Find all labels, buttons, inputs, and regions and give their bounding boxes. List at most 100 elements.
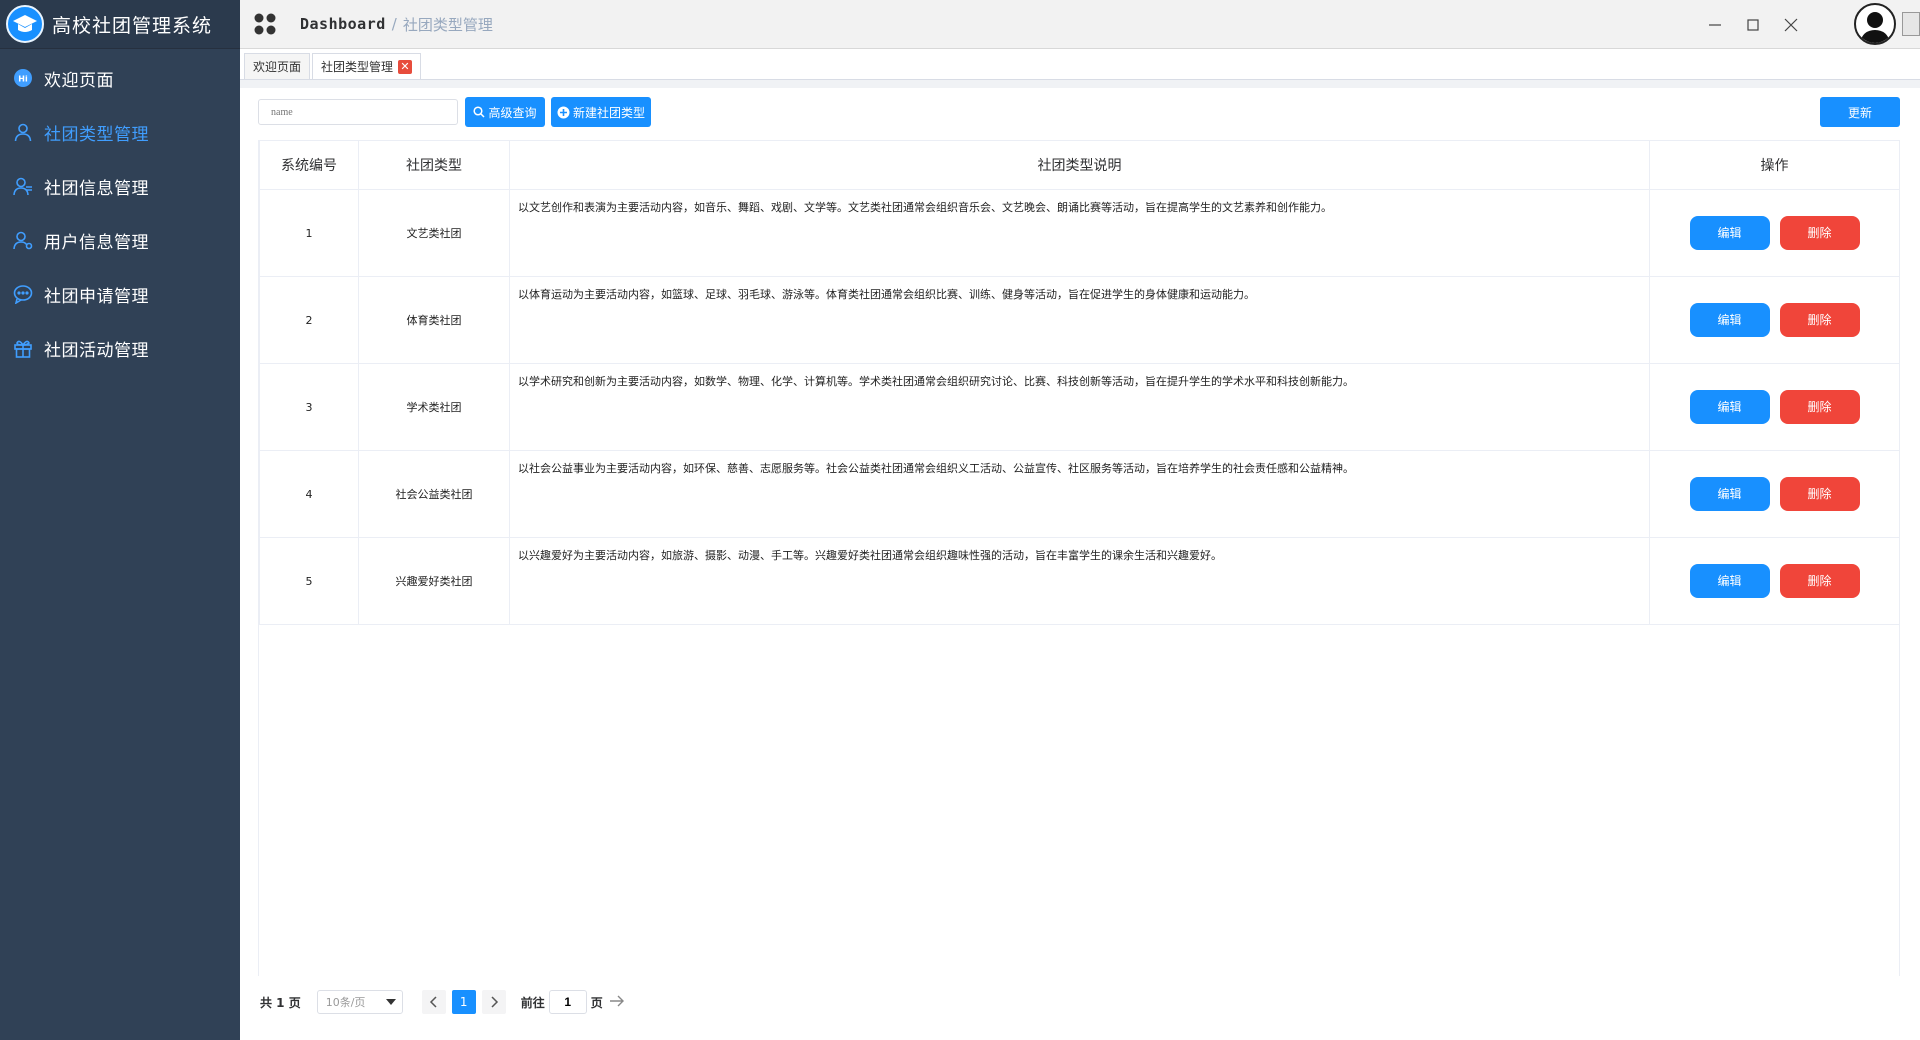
users-icon [12,175,34,197]
cell-type: 学术类社团 [358,363,510,451]
sidebar-item-label: 欢迎页面 [44,70,114,91]
minimize-icon[interactable] [1696,10,1734,40]
new-club-type-button[interactable]: 新建社团类型 [551,97,651,127]
brand: 高校社团管理系统 [0,0,240,49]
page-size-value: 10条/页 [325,996,366,1009]
hi-badge-icon: Hi [12,67,34,89]
cell-type: 兴趣爱好类社团 [358,537,510,625]
sidebar-item-club-types[interactable]: 社团类型管理 [0,105,240,159]
breadcrumb-current: 社团类型管理 [402,15,493,34]
close-icon[interactable] [1772,10,1810,40]
sidebar-item-welcome[interactable]: Hi 欢迎页面 [0,51,240,105]
arrow-right-icon[interactable] [609,995,625,1010]
sidebar-item-label: 社团类型管理 [44,124,149,145]
club-types-table: 系统编号 社团类型 社团类型说明 操作 1 文艺类社团 以文艺创作和表演为主要活… [259,140,1900,625]
sidebar-item-label: 用户信息管理 [44,232,149,253]
edit-button[interactable]: 编辑 [1689,390,1770,424]
sidebar-menu: Hi 欢迎页面 社团类型管理 社团信息管理 用户信息管理 社团申请管理 社团活动… [0,51,240,375]
breadcrumb-separator: / [391,15,397,33]
edit-button[interactable]: 编辑 [1689,564,1770,598]
menu-toggle-icon[interactable] [250,9,280,39]
tab-label: 社团类型管理 [321,60,394,74]
goto-page-input[interactable] [548,990,587,1014]
goto-label: 前往 [520,995,545,1010]
cell-id: 3 [259,363,359,451]
cell-description: 以文艺创作和表演为主要活动内容，如音乐、舞蹈、戏剧、文学等。文艺类社团通常会组织… [509,189,1650,277]
column-header-type[interactable]: 社团类型 [358,140,510,190]
delete-button[interactable]: 删除 [1779,216,1860,250]
sidebar-item-user-info[interactable]: 用户信息管理 [0,213,240,267]
prev-page-icon[interactable] [421,990,446,1014]
search-icon [473,106,486,118]
svg-text:Hi: Hi [18,75,28,84]
edit-button[interactable]: 编辑 [1689,303,1770,337]
data-table-container: 系统编号 社团类型 社团类型说明 操作 1 文艺类社团 以文艺创作和表演为主要活… [258,140,1900,976]
breadcrumb: Dashboard / 社团类型管理 [300,14,493,35]
chat-icon [12,283,34,305]
cell-actions: 编辑 删除 [1649,363,1900,451]
cell-description: 以体育运动为主要活动内容，如篮球、足球、羽毛球、游泳等。体育类社团通常会组织比赛… [509,276,1650,364]
user-icon [12,121,34,143]
delete-button[interactable]: 删除 [1779,303,1860,337]
sidebar-item-label: 社团活动管理 [44,340,149,361]
column-header-description[interactable]: 社团类型说明 [509,140,1650,190]
scrollbar-stub[interactable] [1902,12,1920,36]
tab-label: 欢迎页面 [253,60,302,74]
cell-id: 5 [259,537,359,625]
page-size-select[interactable]: 10条/页 [316,990,403,1014]
cell-type: 文艺类社团 [358,189,510,277]
pagination: 共 1 页 10条/页 1 前往 页 [260,988,625,1016]
column-header-actions: 操作 [1649,140,1900,190]
cell-actions: 编辑 删除 [1649,450,1900,538]
cell-description: 以社会公益事业为主要活动内容，如环保、慈善、志愿服务等。社会公益类社团通常会组织… [509,450,1650,538]
maximize-icon[interactable] [1734,10,1772,40]
cell-type: 体育类社团 [358,276,510,364]
app-title: 高校社团管理系统 [52,14,213,37]
sidebar-item-club-activities[interactable]: 社团活动管理 [0,321,240,375]
cell-description: 以兴趣爱好为主要活动内容，如旅游、摄影、动漫、手工等。兴趣爱好类社团通常会组织趣… [509,537,1650,625]
cell-id: 2 [259,276,359,364]
caret-down-icon [385,999,396,1005]
search-input[interactable] [258,99,458,125]
toolbar: 高级查询 新建社团类型 更新 [258,97,1900,129]
cell-actions: 编辑 删除 [1649,276,1900,364]
pagination-total: 共 1 页 [260,995,301,1010]
top-header: Dashboard / 社团类型管理 [240,0,1920,49]
tab-welcome[interactable]: 欢迎页面 [244,53,311,79]
new-club-type-label: 新建社团类型 [572,105,645,120]
tab-close-icon[interactable]: ✕ [398,59,413,74]
refresh-button[interactable]: 更新 [1820,97,1900,127]
sidebar-item-club-info[interactable]: 社团信息管理 [0,159,240,213]
cell-id: 1 [259,189,359,277]
table-header-row: 系统编号 社团类型 社团类型说明 操作 [259,140,1900,190]
delete-button[interactable]: 删除 [1779,564,1860,598]
sidebar-item-club-applications[interactable]: 社团申请管理 [0,267,240,321]
sidebar-item-label: 社团信息管理 [44,178,149,199]
plus-circle-icon [557,106,570,119]
column-header-id[interactable]: 系统编号 [259,140,359,190]
cell-actions: 编辑 删除 [1649,537,1900,625]
delete-button[interactable]: 删除 [1779,390,1860,424]
advanced-search-button[interactable]: 高级查询 [465,97,545,127]
avatar[interactable] [1854,3,1896,45]
tabs-bar: 欢迎页面 社团类型管理 ✕ [240,49,1920,80]
sidebar: 高校社团管理系统 Hi 欢迎页面 社团类型管理 社团信息管理 用户信息管理 社团… [0,0,240,1040]
tabs-divider [240,80,1920,88]
breadcrumb-home[interactable]: Dashboard [300,15,386,33]
edit-button[interactable]: 编辑 [1689,477,1770,511]
page-suffix: 页 [590,995,603,1010]
cell-description: 以学术研究和创新为主要活动内容，如数学、物理、化学、计算机等。学术类社团通常会组… [509,363,1650,451]
sidebar-item-label: 社团申请管理 [44,286,149,307]
table-row: 1 文艺类社团 以文艺创作和表演为主要活动内容，如音乐、舞蹈、戏剧、文学等。文艺… [259,189,1900,277]
delete-button[interactable]: 删除 [1779,477,1860,511]
page-number-current[interactable]: 1 [451,990,476,1014]
table-row: 3 学术类社团 以学术研究和创新为主要活动内容，如数学、物理、化学、计算机等。学… [259,363,1900,451]
edit-button[interactable]: 编辑 [1689,216,1770,250]
next-page-icon[interactable] [481,990,506,1014]
graduation-cap-logo-icon [6,5,44,43]
window-controls [1696,0,1810,49]
table-row: 5 兴趣爱好类社团 以兴趣爱好为主要活动内容，如旅游、摄影、动漫、手工等。兴趣爱… [259,537,1900,625]
tab-club-types[interactable]: 社团类型管理 ✕ [312,53,422,79]
cell-type: 社会公益类社团 [358,450,510,538]
table-row: 4 社会公益类社团 以社会公益事业为主要活动内容，如环保、慈善、志愿服务等。社会… [259,450,1900,538]
